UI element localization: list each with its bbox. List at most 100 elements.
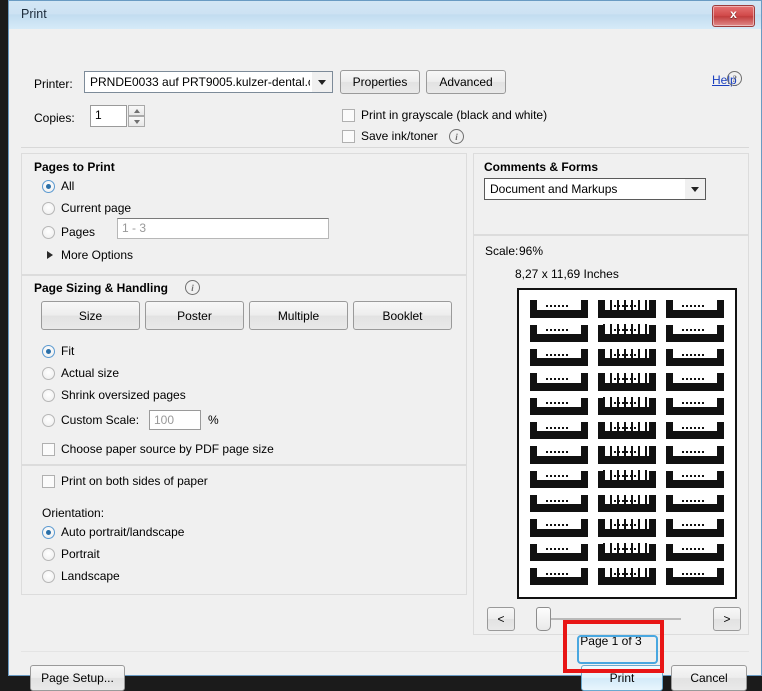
- previous-page-button[interactable]: <: [487, 607, 515, 631]
- grayscale-checkbox[interactable]: [342, 109, 355, 122]
- label-tick: [637, 470, 640, 480]
- preview-label-cell: [663, 517, 727, 540]
- label-bar: [529, 455, 589, 464]
- label-tick: [602, 518, 605, 529]
- preview-label-cell: [527, 444, 591, 467]
- label-tick: [644, 518, 647, 529]
- preview-label-cell: [663, 566, 727, 589]
- preview-label-grid: [527, 298, 727, 589]
- copies-input[interactable]: 1: [90, 105, 127, 127]
- print-dialog-window: Print x Printer: PRNDE0033 auf PRT9005.k…: [8, 0, 762, 691]
- label-mark-left: [665, 397, 673, 407]
- stepper-up-icon[interactable]: [128, 105, 145, 116]
- radio-auto-orientation[interactable]: [42, 526, 55, 539]
- cancel-button[interactable]: Cancel: [671, 665, 747, 691]
- radio-actual-size[interactable]: [42, 367, 55, 380]
- label-bar: [597, 455, 657, 464]
- label-mark-left: [665, 568, 673, 578]
- booklet-button[interactable]: Booklet: [353, 301, 452, 330]
- radio-current-page[interactable]: [42, 202, 55, 215]
- label-mark-right: [649, 470, 657, 480]
- label-mark-right: [581, 300, 589, 310]
- radio-landscape-label: Landscape: [61, 569, 120, 583]
- label-tick: [623, 299, 626, 310]
- size-button[interactable]: Size: [41, 301, 140, 330]
- info-circle-icon[interactable]: i: [449, 129, 464, 144]
- label-tick: [644, 397, 647, 407]
- label-mark-right: [649, 324, 657, 334]
- radio-all[interactable]: [42, 180, 55, 193]
- preview-label-cell: [595, 468, 659, 491]
- close-button[interactable]: x: [712, 5, 755, 27]
- page-preview[interactable]: [517, 288, 737, 599]
- preview-label-cell: [527, 541, 591, 564]
- window-title: Print: [21, 7, 47, 21]
- label-mark-right: [581, 543, 589, 553]
- preview-label-cell: [527, 298, 591, 321]
- label-dots: [546, 426, 568, 429]
- multiple-button[interactable]: Multiple: [249, 301, 348, 330]
- advanced-button[interactable]: Advanced: [426, 70, 506, 94]
- printer-select[interactable]: PRNDE0033 auf PRT9005.kulzer-dental.com: [84, 71, 333, 93]
- save-ink-checkbox[interactable]: [342, 130, 355, 143]
- radio-shrink-oversized[interactable]: [42, 389, 55, 402]
- preview-label-cell: [527, 420, 591, 443]
- label-mark-right: [717, 519, 725, 529]
- poster-button[interactable]: Poster: [145, 301, 244, 330]
- radio-fit[interactable]: [42, 345, 55, 358]
- label-mark-right: [717, 568, 725, 578]
- label-mark-right: [581, 568, 589, 578]
- radio-pages[interactable]: [42, 226, 55, 239]
- radio-pages-label: Pages: [61, 225, 96, 239]
- more-options-label[interactable]: More Options: [61, 248, 133, 262]
- both-sides-checkbox[interactable]: [42, 475, 55, 488]
- label-mark-right: [649, 543, 657, 553]
- page-slider-thumb[interactable]: [536, 607, 551, 631]
- label-bar: [665, 553, 725, 561]
- label-mark-left: [665, 470, 673, 480]
- label-tick: [616, 445, 619, 456]
- page-slider-track[interactable]: [541, 618, 681, 620]
- radio-custom-scale[interactable]: [42, 414, 55, 427]
- label-tick: [644, 494, 647, 505]
- page-setup-button[interactable]: Page Setup...: [30, 665, 125, 691]
- label-bar: [529, 382, 589, 391]
- preview-label-cell: [527, 322, 591, 345]
- label-tick: [616, 567, 619, 578]
- label-bar: [597, 309, 657, 318]
- label-dots: [546, 304, 568, 307]
- both-sides-label: Print on both sides of paper: [61, 474, 208, 488]
- label-bar: [529, 480, 589, 488]
- next-page-button[interactable]: >: [713, 607, 741, 631]
- preview-label-cell: [663, 493, 727, 516]
- comments-forms-select[interactable]: Document and Markups: [484, 178, 706, 200]
- paper-source-checkbox[interactable]: [42, 443, 55, 456]
- screenshot-root: Print x Printer: PRNDE0033 auf PRT9005.k…: [0, 0, 762, 691]
- chevron-right-icon[interactable]: [47, 251, 53, 259]
- radio-landscape[interactable]: [42, 570, 55, 583]
- label-mark-left: [529, 543, 537, 553]
- radio-portrait[interactable]: [42, 548, 55, 561]
- properties-button[interactable]: Properties: [340, 70, 420, 94]
- label-tick: [637, 324, 640, 334]
- label-tick: [644, 445, 647, 456]
- pages-range-input[interactable]: 1 - 3: [117, 218, 329, 239]
- copies-stepper[interactable]: [128, 105, 145, 127]
- preview-label-cell: [527, 517, 591, 540]
- label-tick: [630, 324, 633, 334]
- label-mark-left: [529, 446, 537, 456]
- custom-scale-input[interactable]: 100: [149, 410, 201, 430]
- preview-label-cell: [595, 444, 659, 467]
- label-tick: [602, 567, 605, 578]
- print-button[interactable]: Print: [581, 665, 663, 691]
- label-bar: [529, 504, 589, 513]
- question-circle-icon[interactable]: ?: [727, 71, 742, 86]
- radio-all-label: All: [61, 179, 75, 193]
- preview-label-cell: [527, 566, 591, 589]
- label-bar: [665, 528, 725, 537]
- stepper-down-icon[interactable]: [128, 116, 145, 127]
- label-mark-right: [717, 422, 725, 432]
- label-mark-left: [529, 397, 537, 407]
- page-sizing-info-icon[interactable]: i: [185, 280, 200, 295]
- label-tick: [616, 324, 619, 334]
